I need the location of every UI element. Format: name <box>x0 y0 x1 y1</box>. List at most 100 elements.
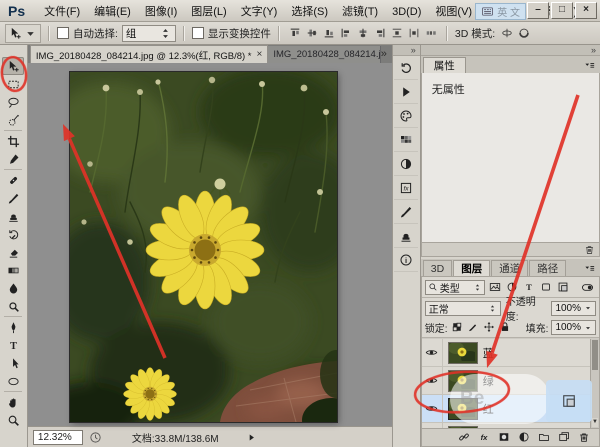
align-left-icon[interactable] <box>338 25 354 41</box>
tool-history-brush[interactable] <box>2 225 24 243</box>
tool-blur[interactable] <box>2 279 24 297</box>
layers-scrollbar[interactable]: ▼ <box>590 339 599 428</box>
delete-layer-icon[interactable] <box>578 431 591 444</box>
filter-pixel-icon[interactable] <box>487 280 504 295</box>
new-layer-icon[interactable] <box>558 431 571 444</box>
adjustments-icon[interactable] <box>394 152 418 176</box>
clone-source-icon[interactable] <box>394 224 418 248</box>
tab-paths[interactable]: 路径 <box>529 260 566 276</box>
layer-row-蓝[interactable]: 蓝 <box>422 339 599 367</box>
canvas-area[interactable] <box>28 63 392 426</box>
tool-crop[interactable] <box>2 132 24 150</box>
3d-roll-icon[interactable] <box>516 25 532 41</box>
filter-toggle-icon[interactable] <box>579 280 596 295</box>
menu-file[interactable]: 文件(F) <box>37 6 87 18</box>
tool-dodge[interactable] <box>2 297 24 315</box>
align-bottom-icon[interactable] <box>321 25 337 41</box>
tool-eyedropper[interactable] <box>2 150 24 168</box>
align-middle-icon[interactable] <box>304 25 320 41</box>
document-tab-active[interactable]: IMG_20180428_084214.jpg @ 12.3%(红, RGB/8… <box>30 45 268 63</box>
3d-rotate-icon[interactable] <box>499 25 515 41</box>
tool-type[interactable]: T <box>2 336 24 354</box>
info-icon[interactable]: i <box>394 248 418 272</box>
panel-menu-icon[interactable] <box>583 59 596 72</box>
align-top-icon[interactable] <box>287 25 303 41</box>
layer-row-图层 0[interactable]: 图层 0 <box>422 423 599 428</box>
brush-settings-icon[interactable] <box>394 200 418 224</box>
color-icon[interactable] <box>394 104 418 128</box>
minimize-button[interactable]: – <box>527 2 549 19</box>
layer-row-绿[interactable]: 绿 <box>422 367 599 395</box>
layer-thumbnail[interactable] <box>448 426 478 429</box>
distribute-h-icon[interactable] <box>406 25 422 41</box>
layer-row-红[interactable]: 红 <box>422 395 599 423</box>
menu-layer[interactable]: 图层(L) <box>184 6 233 18</box>
tool-brush[interactable] <box>2 189 24 207</box>
layer-visibility-toggle[interactable] <box>422 339 443 366</box>
tool-hand[interactable] <box>2 393 24 411</box>
layer-thumbnail[interactable] <box>448 342 478 364</box>
close-button[interactable]: × <box>575 2 597 19</box>
menu-3d[interactable]: 3D(D) <box>385 6 428 18</box>
lock-transparent-icon[interactable] <box>451 321 464 334</box>
tool-zoom[interactable] <box>2 411 24 429</box>
tool-move[interactable] <box>2 57 24 75</box>
actions-icon[interactable] <box>394 80 418 104</box>
menu-select[interactable]: 选择(S) <box>284 6 335 18</box>
link-layers-icon[interactable] <box>458 431 471 444</box>
fill-field[interactable]: 100% <box>551 320 596 335</box>
strip-collapse-chevron[interactable]: » <box>393 45 420 56</box>
menu-type[interactable]: 文字(Y) <box>234 6 285 18</box>
menu-view[interactable]: 视图(V) <box>428 6 479 18</box>
lock-all-icon[interactable] <box>499 321 512 334</box>
panel-collapse-chevron[interactable]: » <box>421 45 600 56</box>
tool-shape[interactable] <box>2 372 24 390</box>
lock-paint-icon[interactable] <box>467 321 480 334</box>
menu-filter[interactable]: 滤镜(T) <box>335 6 385 18</box>
tool-pen[interactable] <box>2 318 24 336</box>
tab-3d[interactable]: 3D <box>423 260 452 276</box>
ime-indicator[interactable]: 英 文 <box>475 3 526 20</box>
tool-lasso[interactable] <box>2 93 24 111</box>
maximize-button[interactable]: □ <box>551 2 573 19</box>
trash-icon[interactable] <box>584 244 595 255</box>
auto-select-dropdown[interactable]: 组 <box>122 25 176 42</box>
zoom-level-field[interactable]: 12.32% <box>33 430 83 445</box>
tool-quick-select[interactable] <box>2 111 24 129</box>
menu-edit[interactable]: 编辑(E) <box>87 6 138 18</box>
tool-marquee[interactable] <box>2 75 24 93</box>
align-center-icon[interactable] <box>355 25 371 41</box>
status-expand-icon[interactable] <box>247 433 256 442</box>
tool-healing-brush[interactable] <box>2 171 24 189</box>
filter-kind-dropdown[interactable]: 类型 <box>425 280 485 295</box>
layer-fx-icon[interactable]: fx <box>478 431 491 444</box>
tab-close-icon[interactable]: × <box>257 49 263 60</box>
layer-thumbnail[interactable] <box>448 370 478 392</box>
auto-select-checkbox[interactable] <box>57 27 69 39</box>
scrollbar-down-arrow[interactable]: ▼ <box>592 418 598 427</box>
document-tab-inactive[interactable]: IMG_20180428_084214.j <box>268 46 380 63</box>
show-transform-checkbox[interactable] <box>192 27 204 39</box>
history-icon[interactable] <box>394 56 418 80</box>
scrollbar-thumb[interactable] <box>592 340 598 370</box>
distribute-c-icon[interactable] <box>423 25 439 41</box>
tool-gradient[interactable] <box>2 261 24 279</box>
swatches-icon[interactable] <box>394 128 418 152</box>
tab-properties[interactable]: 属性 <box>423 57 466 73</box>
layer-visibility-toggle[interactable] <box>422 395 443 422</box>
add-mask-icon[interactable] <box>498 431 511 444</box>
lock-move-icon[interactable] <box>483 321 496 334</box>
tool-path-select[interactable] <box>2 354 24 372</box>
align-right-icon[interactable] <box>372 25 388 41</box>
distribute-v-icon[interactable] <box>389 25 405 41</box>
tab-overflow-chevron[interactable]: » <box>381 48 387 60</box>
menu-image[interactable]: 图像(I) <box>138 6 184 18</box>
filter-smart-icon[interactable] <box>555 280 572 295</box>
opacity-field[interactable]: 100% <box>551 301 596 316</box>
blend-mode-dropdown[interactable]: 正常 <box>425 301 501 316</box>
layer-thumbnail[interactable] <box>448 398 478 420</box>
tab-channels[interactable]: 通道 <box>491 260 528 276</box>
tool-eraser[interactable] <box>2 243 24 261</box>
tool-clone-stamp[interactable] <box>2 207 24 225</box>
tool-preset-picker[interactable] <box>5 24 41 43</box>
